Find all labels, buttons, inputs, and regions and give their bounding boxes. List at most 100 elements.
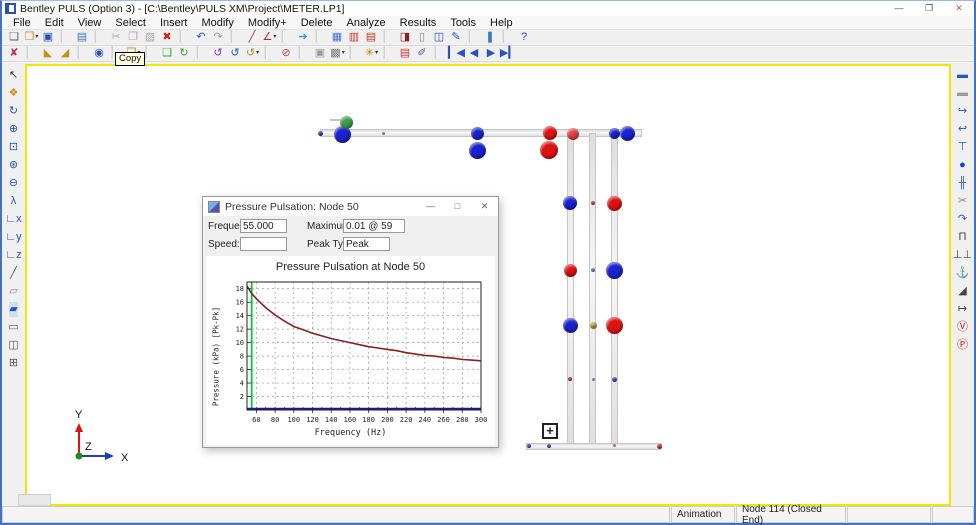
minimize-button[interactable]: — bbox=[884, 3, 914, 14]
model-node[interactable] bbox=[469, 142, 486, 159]
separator[interactable]: ▏ bbox=[346, 46, 363, 61]
edit-data-button[interactable]: ✎ bbox=[448, 30, 465, 45]
dialog-minimize-button[interactable]: — bbox=[417, 201, 444, 212]
model-node[interactable] bbox=[540, 141, 558, 159]
menu-select[interactable]: Select bbox=[108, 17, 153, 29]
view-y-tool[interactable]: ∟y bbox=[4, 228, 23, 246]
separator[interactable]: ▏ bbox=[380, 46, 397, 61]
model-node[interactable] bbox=[590, 322, 597, 329]
model-node[interactable] bbox=[592, 378, 595, 381]
model-node[interactable] bbox=[620, 126, 635, 141]
anchor-tool[interactable]: ⊥⊥ bbox=[953, 246, 972, 264]
support-tool[interactable]: Π bbox=[953, 228, 972, 246]
view-x-tool[interactable]: ∟x bbox=[4, 210, 23, 228]
import-model-button[interactable]: ◣ bbox=[40, 46, 57, 61]
menu-file[interactable]: File bbox=[6, 17, 38, 29]
dialog-maximize-button[interactable]: □ bbox=[444, 201, 471, 212]
model-node[interactable] bbox=[471, 127, 484, 140]
frequency-field[interactable] bbox=[240, 219, 287, 233]
zoom-out-tool[interactable]: ⊖ bbox=[4, 174, 23, 192]
peak-type-field[interactable] bbox=[343, 237, 390, 251]
help-button[interactable]: ? bbox=[516, 30, 533, 45]
dialog-titlebar[interactable]: Pressure Pulsation: Node 50 — □ ✕ bbox=[203, 197, 498, 216]
separator[interactable]: ▏ bbox=[91, 30, 108, 45]
bend-mode-button[interactable]: ↺ bbox=[210, 46, 227, 61]
separator[interactable]: ▏ bbox=[499, 30, 516, 45]
select-tool[interactable]: ↖ bbox=[4, 66, 23, 84]
dimension-button[interactable]: ∠▾ bbox=[261, 30, 278, 45]
delete-results-button[interactable]: ✘ bbox=[6, 46, 23, 61]
boundary-tool[interactable]: ◢ bbox=[953, 282, 972, 300]
elbow-mode-button[interactable]: ↺ bbox=[227, 46, 244, 61]
save-button[interactable]: ▣ bbox=[40, 30, 57, 45]
single-view-button[interactable]: ▭ bbox=[4, 318, 23, 336]
separator[interactable]: ▏ bbox=[23, 46, 40, 61]
color-scale-button[interactable]: ▤ bbox=[397, 46, 414, 61]
menu-help[interactable]: Help bbox=[483, 17, 520, 29]
model-node[interactable] bbox=[607, 196, 622, 211]
menu-view[interactable]: View bbox=[71, 17, 109, 29]
miter-mode-button[interactable]: ↺▾ bbox=[244, 46, 261, 61]
paste-button[interactable]: ▨ bbox=[142, 30, 159, 45]
model-node[interactable] bbox=[613, 444, 616, 447]
nav-prev-button[interactable]: ◀ bbox=[466, 46, 483, 61]
model-node[interactable] bbox=[318, 131, 323, 136]
separator[interactable]: ▏ bbox=[431, 46, 448, 61]
nav-last-button[interactable]: ▶▎ bbox=[500, 46, 518, 61]
menu-results[interactable]: Results bbox=[393, 17, 444, 29]
separator[interactable]: ▏ bbox=[295, 46, 312, 61]
notes-button[interactable]: ❚ bbox=[482, 30, 499, 45]
model-node[interactable] bbox=[591, 201, 595, 205]
delete-button[interactable]: ✖ bbox=[159, 30, 176, 45]
element-list-button[interactable]: ▦ bbox=[329, 30, 346, 45]
model-node[interactable] bbox=[657, 444, 662, 449]
cross-tool[interactable]: ╫ bbox=[953, 174, 972, 192]
pipe-segment[interactable] bbox=[611, 133, 618, 450]
pipe-segment[interactable] bbox=[589, 133, 596, 450]
menu-tools[interactable]: Tools bbox=[443, 17, 483, 29]
render-settings-button[interactable]: ✳▾ bbox=[363, 46, 380, 61]
tee-tool[interactable]: ⊤ bbox=[953, 138, 972, 156]
database-button[interactable]: ◫ bbox=[431, 30, 448, 45]
quad-view-button[interactable]: ⊞ bbox=[4, 354, 23, 372]
copy-view-button[interactable]: ❑ bbox=[159, 46, 176, 61]
exit-tool[interactable]: ↦ bbox=[953, 300, 972, 318]
zoom-in-tool[interactable]: ⊕ bbox=[4, 120, 23, 138]
axes-tool[interactable]: λ bbox=[4, 192, 23, 210]
menu-modify-plus[interactable]: Modify+ bbox=[241, 17, 294, 29]
zoom-window-tool[interactable]: ⊡ bbox=[4, 138, 23, 156]
refresh-button[interactable]: ↻ bbox=[176, 46, 193, 61]
bend-tool[interactable]: ↩ bbox=[953, 120, 972, 138]
new-button[interactable]: ❏ bbox=[6, 30, 23, 45]
separator[interactable]: ▏ bbox=[261, 46, 278, 61]
pipe-tool[interactable]: ▬ bbox=[953, 66, 972, 84]
highlighter-tool[interactable]: ▰ bbox=[4, 300, 23, 318]
nav-next-button[interactable]: ▶ bbox=[483, 46, 500, 61]
model-node[interactable] bbox=[606, 262, 623, 279]
snapshot-button[interactable]: ▣ bbox=[312, 46, 329, 61]
valve-v-tool[interactable]: Ⓥ bbox=[953, 318, 972, 336]
model-node[interactable] bbox=[609, 128, 620, 139]
tools-button[interactable]: ✐ bbox=[414, 46, 431, 61]
dialog-close-button[interactable]: ✕ bbox=[471, 201, 498, 212]
menu-analyze[interactable]: Analyze bbox=[339, 17, 392, 29]
model-node[interactable] bbox=[547, 444, 551, 448]
model-node[interactable] bbox=[591, 268, 595, 272]
model-node[interactable] bbox=[568, 377, 572, 381]
model-node[interactable] bbox=[612, 377, 617, 382]
model-node[interactable] bbox=[543, 126, 557, 140]
separator[interactable]: ▏ bbox=[74, 46, 91, 61]
undo-button[interactable]: ↶ bbox=[193, 30, 210, 45]
model-node[interactable] bbox=[564, 264, 577, 277]
rotate-view-tool[interactable]: ↻ bbox=[4, 102, 23, 120]
model-node[interactable] bbox=[606, 317, 623, 334]
separator[interactable]: ▏ bbox=[380, 30, 397, 45]
menu-modify[interactable]: Modify bbox=[194, 17, 240, 29]
separator[interactable]: ▏ bbox=[312, 30, 329, 45]
output-report-button[interactable]: ▤ bbox=[363, 30, 380, 45]
archive-button[interactable]: ▯ bbox=[414, 30, 431, 45]
zoom-dynamic-tool[interactable]: ⊛ bbox=[4, 156, 23, 174]
menu-delete[interactable]: Delete bbox=[294, 17, 340, 29]
sphere-tool[interactable]: ● bbox=[953, 156, 972, 174]
separator[interactable]: ▏ bbox=[227, 30, 244, 45]
